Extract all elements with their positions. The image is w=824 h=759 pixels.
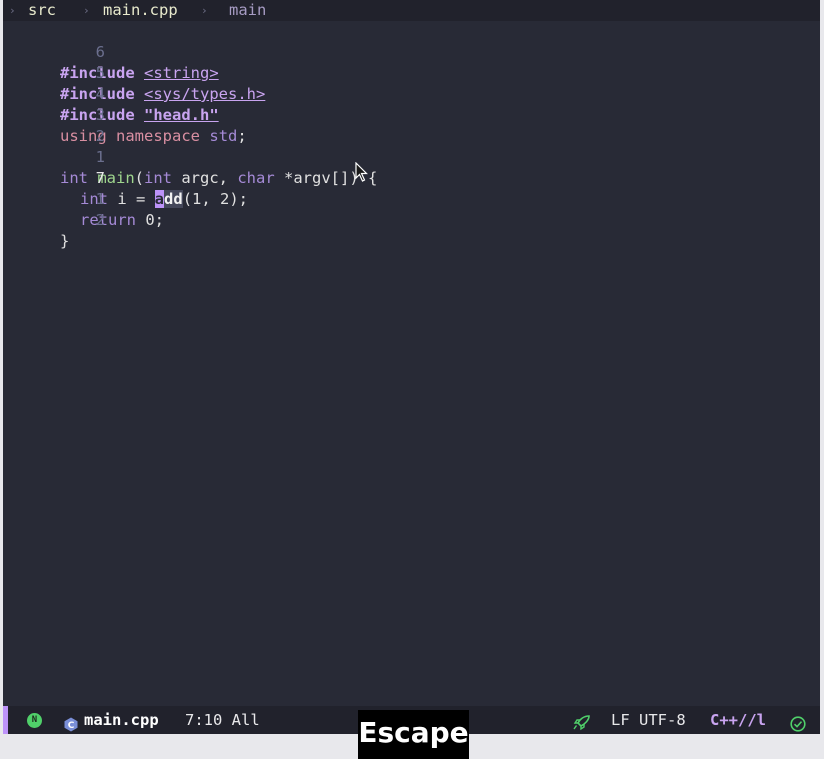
chevron-right-icon: › [83,4,90,17]
type-keyword: char [237,169,275,187]
major-mode[interactable]: C++//l [710,706,766,734]
cpp-icon: C [64,713,78,741]
code-line[interactable]: 2 [3,105,105,145]
code-text: } [60,231,69,252]
line-number: 6 [95,43,105,61]
code-line[interactable]: 5 #include <sys/types.h> [3,42,265,103]
breadcrumb-file[interactable]: main.cpp [103,0,178,21]
line-number: 4 [95,85,105,103]
line-number: 2 [95,211,105,229]
code-line[interactable]: 4 #include "head.h" [3,63,219,124]
code-line-current[interactable]: 7 int i = add(1, 2); [3,147,248,208]
namespace-name: std [209,127,238,145]
mouse-pointer-icon [355,161,369,186]
line-number-current: 7 [95,169,105,187]
code-line[interactable]: 1 return 0; [3,168,164,229]
call-args: (1, 2); [182,190,249,208]
line-number: 1 [95,148,105,166]
editor-window: › src › main.cpp › main 6 #include <stri… [3,0,820,733]
return-value: 0; [136,211,164,229]
breadcrumb-folder[interactable]: src [28,0,56,21]
header-name[interactable]: <string> [144,64,219,82]
buffer-name[interactable]: main.cpp [84,706,159,734]
code-line[interactable]: 3 using namespace std; [3,84,247,145]
code-line[interactable]: 1 int main(int argc, char *argv[]) { [3,126,377,187]
line-number: 5 [95,64,105,82]
code-line[interactable]: 2 } [3,189,105,250]
breadcrumb: › src › main.cpp › main [3,0,820,21]
rocket-icon[interactable] [573,712,591,740]
line-number: 1 [95,190,105,208]
chevron-right-icon: › [201,4,208,17]
check-circle-icon[interactable] [790,713,806,741]
encoding-indicator[interactable]: LF UTF-8 [611,706,686,734]
normal-mode-badge: N [27,713,42,728]
parameter: argc, [172,169,238,187]
text-cursor[interactable]: a [154,190,165,208]
keystroke-overlay: Escape [358,710,469,759]
breadcrumb-symbol[interactable]: main [229,0,266,21]
line-number: 2 [95,127,105,145]
punctuation: ; [237,127,247,145]
mode-indicator-bar [3,706,8,734]
code-line[interactable]: 6 #include <string> [3,21,219,82]
chevron-right-icon: › [9,4,16,17]
code-text: int i = add(1, 2); [80,189,248,210]
keyword: namespace [116,127,201,145]
svg-text:C: C [68,721,75,731]
code-text: int main(int argc, char *argv[]) { [60,168,377,189]
header-name[interactable]: <sys/types.h> [144,85,265,103]
type-keyword: int [144,169,173,187]
header-name[interactable]: "head.h" [144,106,219,124]
punctuation: ( [134,169,145,187]
punctuation: } [60,232,70,250]
cursor-position: 7:10 All [185,711,260,729]
symbol-highlight[interactable]: dd [164,190,183,208]
variable-decl: i = [108,190,155,208]
line-number: 3 [95,106,105,124]
